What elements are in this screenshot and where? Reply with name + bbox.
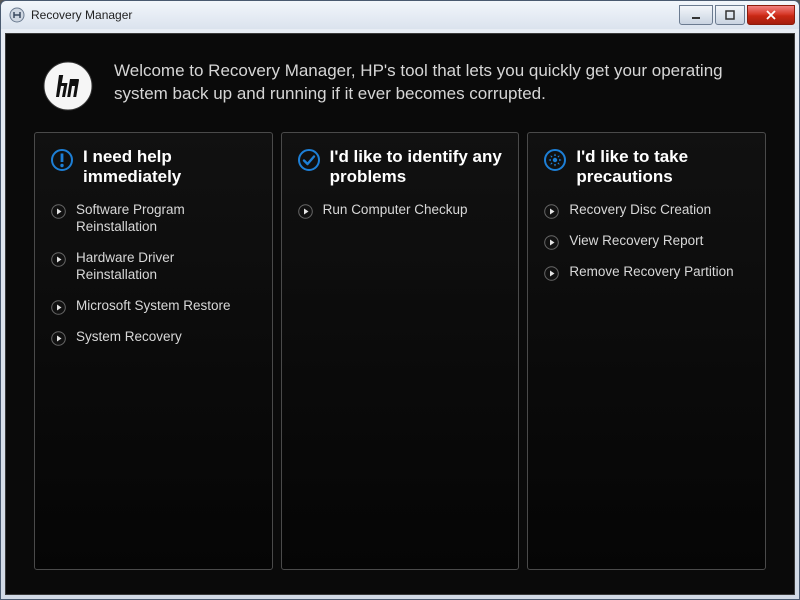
item-remove-recovery-partition[interactable]: Remove Recovery Partition: [544, 264, 749, 281]
play-icon: [298, 204, 313, 219]
play-icon: [51, 252, 66, 267]
column-title: I'd like to identify any problems: [330, 147, 503, 186]
header: Welcome to Recovery Manager, HP's tool t…: [22, 50, 778, 132]
item-label: Run Computer Checkup: [323, 202, 468, 219]
item-label: System Recovery: [76, 329, 182, 346]
item-label: Hardware Driver Reinstallation: [76, 250, 256, 284]
column-immediate-help: I need help immediately Software Program…: [34, 132, 273, 570]
client-area: Welcome to Recovery Manager, HP's tool t…: [5, 33, 795, 595]
column-head: I need help immediately: [51, 147, 256, 186]
columns: I need help immediately Software Program…: [22, 132, 778, 582]
play-icon: [544, 235, 559, 250]
item-run-checkup[interactable]: Run Computer Checkup: [298, 202, 503, 219]
play-icon: [51, 204, 66, 219]
column-items: Run Computer Checkup: [298, 202, 503, 219]
play-icon: [544, 266, 559, 281]
check-icon: [298, 149, 320, 171]
column-head: I'd like to identify any problems: [298, 147, 503, 186]
column-head: I'd like to take precautions: [544, 147, 749, 186]
maximize-button[interactable]: [715, 5, 745, 25]
item-view-recovery-report[interactable]: View Recovery Report: [544, 233, 749, 250]
column-items: Recovery Disc Creation View Recovery Rep…: [544, 202, 749, 281]
gear-icon: [544, 149, 566, 171]
minimize-button[interactable]: [679, 5, 713, 25]
app-window: Recovery Manager: [0, 0, 800, 600]
column-items: Software Program Reinstallation Hardware…: [51, 202, 256, 346]
item-software-reinstall[interactable]: Software Program Reinstallation: [51, 202, 256, 236]
window-controls: [679, 5, 795, 25]
play-icon: [51, 331, 66, 346]
alert-icon: [51, 149, 73, 171]
titlebar[interactable]: Recovery Manager: [1, 1, 799, 29]
item-label: View Recovery Report: [569, 233, 703, 250]
item-hardware-driver-reinstall[interactable]: Hardware Driver Reinstallation: [51, 250, 256, 284]
play-icon: [544, 204, 559, 219]
item-recovery-disc-creation[interactable]: Recovery Disc Creation: [544, 202, 749, 219]
app-icon: [9, 7, 25, 23]
play-icon: [51, 300, 66, 315]
hp-logo-icon: [42, 60, 94, 112]
item-label: Microsoft System Restore: [76, 298, 231, 315]
item-system-recovery[interactable]: System Recovery: [51, 329, 256, 346]
column-title: I'd like to take precautions: [576, 147, 749, 186]
column-title: I need help immediately: [83, 147, 256, 186]
item-label: Software Program Reinstallation: [76, 202, 256, 236]
column-precautions: I'd like to take precautions Recovery Di…: [527, 132, 766, 570]
item-label: Remove Recovery Partition: [569, 264, 733, 281]
welcome-text: Welcome to Recovery Manager, HP's tool t…: [114, 60, 758, 106]
item-ms-system-restore[interactable]: Microsoft System Restore: [51, 298, 256, 315]
column-identify-problems: I'd like to identify any problems Run Co…: [281, 132, 520, 570]
item-label: Recovery Disc Creation: [569, 202, 711, 219]
close-button[interactable]: [747, 5, 795, 25]
window-title: Recovery Manager: [31, 8, 679, 22]
